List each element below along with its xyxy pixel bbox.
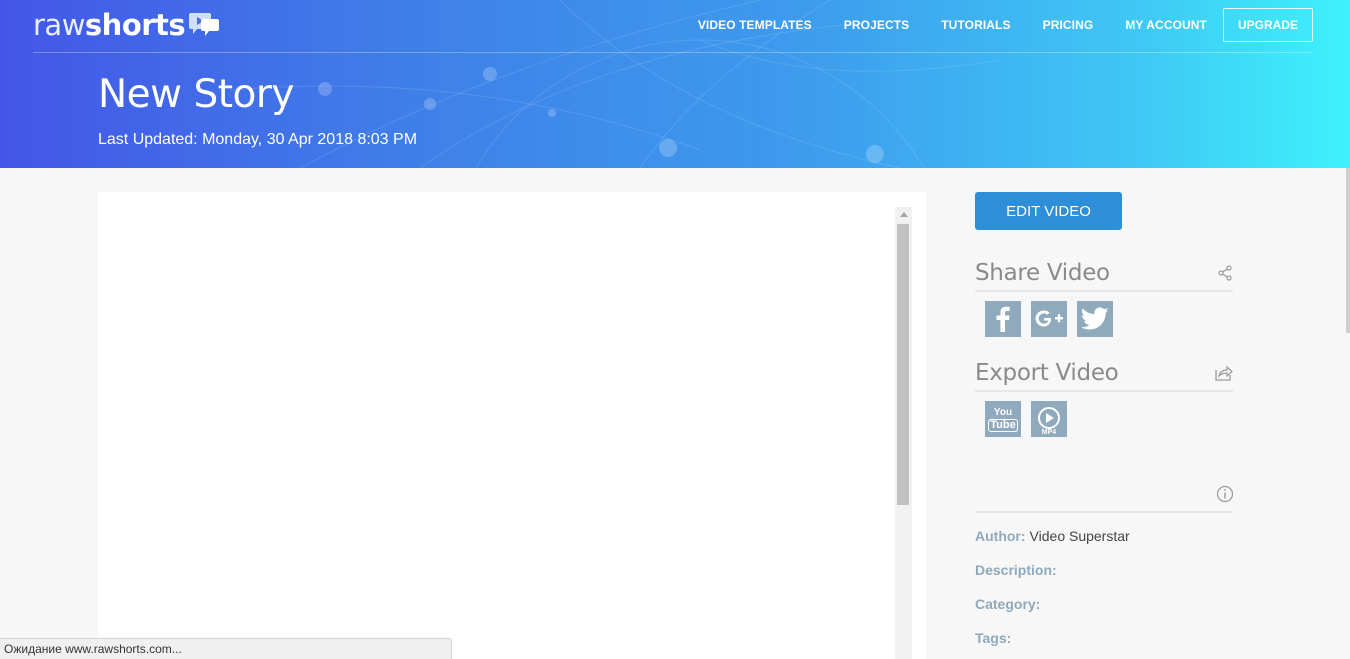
export-video-title: Export Video [975,360,1119,386]
video-preview-panel[interactable] [98,192,926,659]
share-video-title: Share Video [975,260,1110,286]
browser-status-bar: Ожидание www.rawshorts.com... [0,638,452,659]
youtube-text-top: You [993,406,1013,418]
meta-author: Author: Video Superstar [975,528,1130,544]
info-divider [975,511,1233,513]
speech-bubble-play-icon [189,13,220,36]
google-plus-icon[interactable] [1031,301,1067,337]
export-video-header: Export Video [975,360,1233,392]
meta-description: Description: [975,562,1057,578]
top-nav: VIDEO TEMPLATES PROJECTS TUTORIALS PRICI… [666,8,1313,42]
logo-light-part: raw [33,8,85,42]
scroll-thumb[interactable] [897,224,909,505]
hero-banner: rawshorts VIDEO TEMPLATES PROJECTS TUTOR… [0,0,1350,168]
meta-tags: Tags: [975,630,1011,646]
logo-wordmark: rawshorts [33,8,186,42]
mp4-label: MP4 [1041,429,1057,436]
page-title: New Story [98,72,294,117]
nav-video-templates[interactable]: VIDEO TEMPLATES [698,18,812,32]
meta-category: Category: [975,596,1040,612]
upgrade-button[interactable]: UPGRADE [1222,8,1313,42]
description-label: Description: [975,562,1057,578]
edit-video-button[interactable]: EDIT VIDEO [975,192,1122,230]
youtube-icon[interactable]: You Tube [985,401,1021,437]
share-icons-row [985,301,1123,337]
share-icon[interactable] [1217,265,1233,281]
last-updated-text: Last Updated: Monday, 30 Apr 2018 8:03 P… [98,131,418,148]
author-label: Author: [975,528,1026,544]
export-icon[interactable] [1215,365,1233,381]
logo-bold-part: shorts [84,8,186,42]
twitter-icon[interactable] [1077,301,1113,337]
share-video-header: Share Video [975,260,1233,292]
facebook-icon[interactable] [985,301,1021,337]
preview-scrollbar[interactable] [895,207,912,659]
rawshorts-logo[interactable]: rawshorts [33,8,221,42]
author-value: Video Superstar [1029,528,1130,544]
youtube-text-bottom: Tube [988,418,1018,432]
nav-pricing[interactable]: PRICING [1043,18,1094,32]
header-divider [33,52,1313,53]
nav-tutorials[interactable]: TUTORIALS [941,18,1010,32]
tags-label: Tags: [975,630,1012,646]
nav-projects[interactable]: PROJECTS [844,18,909,32]
category-label: Category: [975,596,1041,612]
info-icon[interactable] [1216,485,1234,503]
nav-my-account[interactable]: MY ACCOUNT [1125,18,1207,32]
scroll-up-arrow-icon[interactable] [895,207,912,222]
page-scrollbar-thumb[interactable] [1346,168,1350,333]
export-icons-row: You Tube MP4 [985,401,1077,437]
mp4-icon[interactable]: MP4 [1031,401,1067,437]
